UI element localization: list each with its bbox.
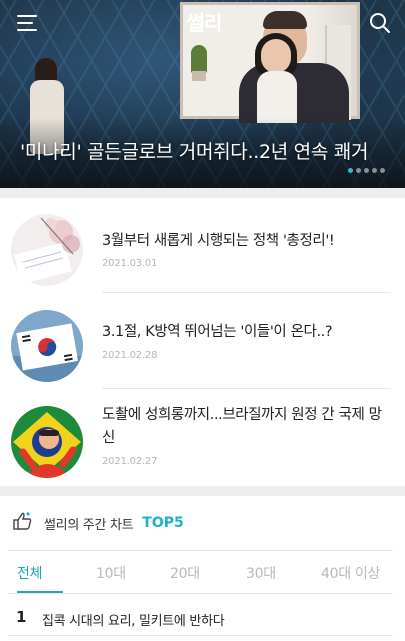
active-tab-indicator [17, 591, 63, 593]
article-item[interactable]: 3.1절, K방역 뛰어넘는 '이들'이 온다..? 2021.02.28 [0, 299, 405, 395]
carousel-dot-4[interactable] [372, 168, 377, 173]
carousel-dot-2[interactable] [356, 168, 361, 173]
article-title[interactable]: 3월부터 새롭게 시행되는 정책 '총정리'! [102, 230, 392, 253]
carousel-dot-5[interactable] [380, 168, 385, 173]
article-thumbnail [11, 310, 83, 382]
carousel-indicator [348, 168, 385, 173]
tab-40s-plus[interactable]: 40대 이상 [321, 563, 380, 583]
weekly-chart-header: 썰리의 주간 차트 TOP5 [12, 510, 184, 536]
tab-20s[interactable]: 20대 [170, 563, 200, 583]
ranking-item[interactable]: 1 집콕 시대의 요리, 밀키트에 반하다 [8, 600, 393, 636]
weekly-chart-label: 썰리의 주간 차트 [44, 517, 134, 533]
hero-banner[interactable]: 썰리 '미나리' 골든글로브 거머쥐다..2년 연속 쾌거 [0, 0, 405, 188]
article-thumbnail [11, 214, 83, 286]
article-thumbnail [11, 406, 83, 478]
article-item[interactable]: 도촬에 성희롱까지...브라질까지 원정 간 국제 망신 2021.02.27 [0, 395, 405, 491]
article-date: 2021.02.28 [102, 350, 158, 361]
article-date: 2021.03.01 [102, 258, 158, 269]
article-title[interactable]: 3.1절, K방역 뛰어넘는 '이들'이 온다..? [102, 321, 392, 344]
article-item[interactable]: 3월부터 새롭게 시행되는 정책 '총정리'! 2021.03.01 [0, 203, 405, 299]
thumbs-up-icon [12, 510, 34, 536]
rank-number: 1 [16, 608, 27, 626]
tab-10s[interactable]: 10대 [96, 563, 126, 583]
article-separator [102, 388, 391, 389]
app-logo[interactable]: 썰리 [176, 8, 232, 38]
section-divider [0, 188, 405, 198]
carousel-dot-3[interactable] [364, 168, 369, 173]
article-date: 2021.02.27 [102, 456, 158, 467]
ranking-title[interactable]: 집콕 시대의 요리, 밀키트에 반하다 [42, 610, 225, 629]
search-icon[interactable] [369, 12, 391, 34]
age-filter-tabs: 전체 10대 20대 30대 40대 이상 [8, 550, 393, 594]
carousel-dot-1[interactable] [348, 168, 353, 173]
section-divider [0, 486, 405, 496]
tab-all[interactable]: 전체 [17, 563, 42, 583]
tab-30s[interactable]: 30대 [246, 563, 276, 583]
article-title[interactable]: 도촬에 성희롱까지...브라질까지 원정 간 국제 망신 [102, 404, 392, 450]
article-separator [102, 292, 391, 293]
hero-title[interactable]: '미나리' 골든글로브 거머쥐다..2년 연속 쾌거 [20, 137, 390, 164]
weekly-chart-badge: TOP5 [142, 515, 184, 531]
hamburger-menu-icon[interactable] [17, 15, 37, 31]
